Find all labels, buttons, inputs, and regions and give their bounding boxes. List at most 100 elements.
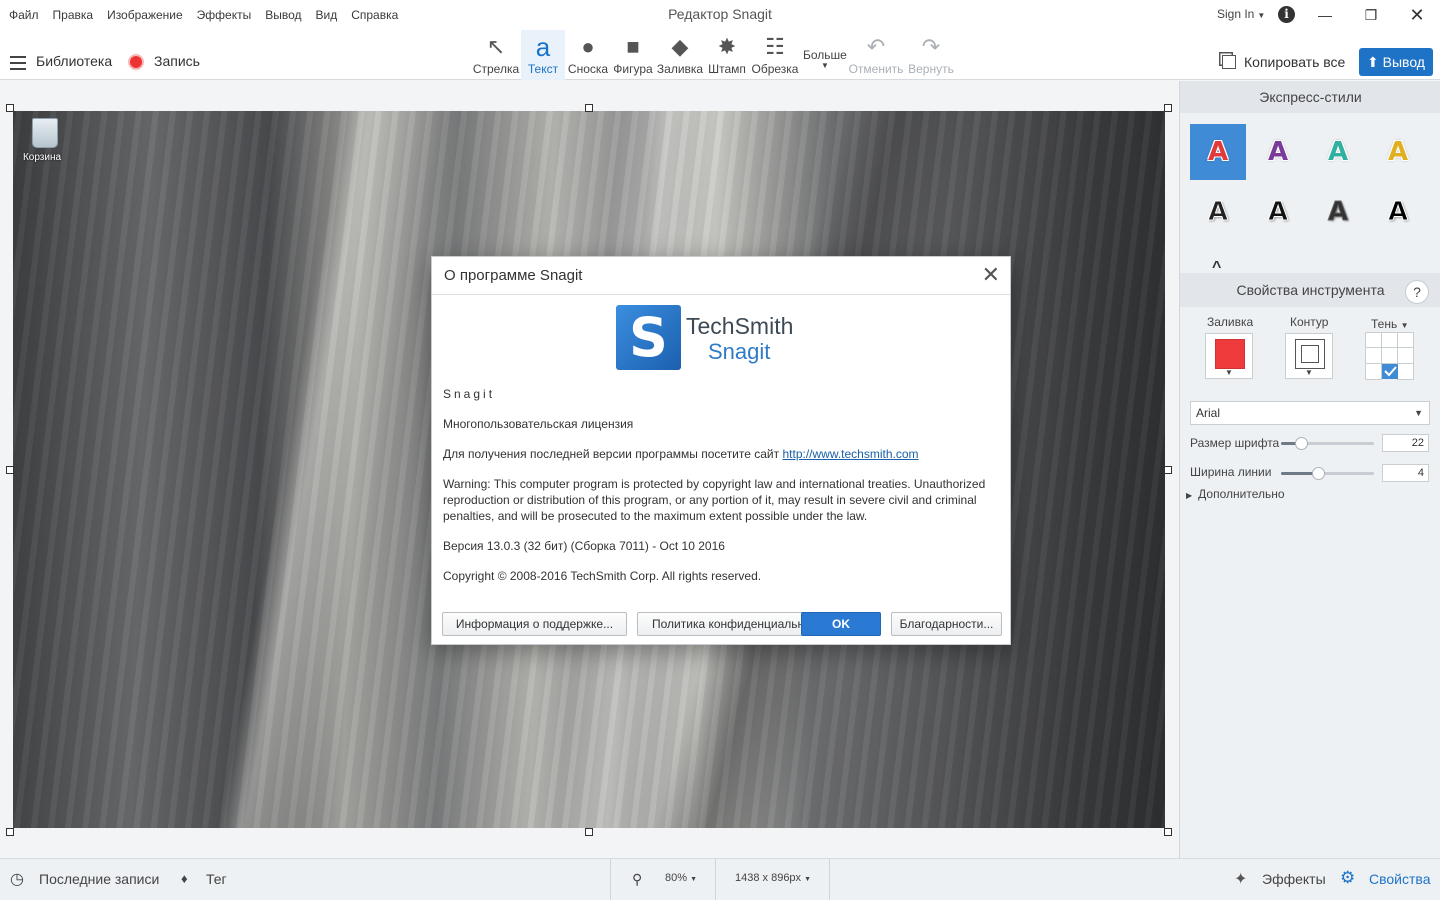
clock-icon: ◷ bbox=[10, 871, 24, 888]
undo-button[interactable]: ↶ Отменить bbox=[847, 30, 905, 80]
zoom-value: 80% bbox=[665, 872, 688, 884]
menu-share[interactable]: Вывод bbox=[265, 8, 301, 22]
quick-style-5[interactable]: A bbox=[1190, 184, 1246, 240]
trash-icon bbox=[32, 118, 58, 148]
quick-style-2[interactable]: A bbox=[1250, 124, 1306, 180]
menu-help[interactable]: Справка bbox=[351, 8, 398, 22]
quick-style-7[interactable]: A bbox=[1310, 184, 1366, 240]
quick-style-8[interactable]: A bbox=[1370, 184, 1426, 240]
font-dropdown[interactable]: Arial ▼ bbox=[1190, 401, 1430, 425]
resize-handle[interactable] bbox=[6, 828, 14, 836]
dimensions-value: 1438 x 896px bbox=[735, 872, 802, 884]
more-tools-label: Больше bbox=[803, 48, 847, 62]
info-icon[interactable]: i bbox=[1278, 6, 1295, 23]
sign-in-button[interactable]: Sign In ▼ bbox=[1217, 7, 1265, 21]
restore-button[interactable]: ❐ bbox=[1348, 0, 1394, 30]
credits-button[interactable]: Благодарности... bbox=[891, 612, 1002, 636]
close-icon[interactable]: ✕ bbox=[982, 263, 1000, 287]
undo-icon: ↶ bbox=[866, 34, 886, 59]
status-bar: ◷ Последние записи ♦ Тег ⚲ 80% ▼ 1438 x … bbox=[0, 858, 1440, 900]
help-button[interactable]: ? bbox=[1405, 280, 1429, 304]
shadow-dropdown[interactable]: Тень ▼ bbox=[1371, 317, 1408, 331]
menu-file[interactable]: Файл bbox=[9, 8, 39, 22]
record-button[interactable]: Запись bbox=[154, 53, 200, 69]
font-size-slider-thumb[interactable] bbox=[1295, 437, 1308, 450]
menu-view[interactable]: Вид bbox=[316, 8, 338, 22]
hamburger-menu-icon[interactable] bbox=[10, 56, 26, 74]
menu-effects[interactable]: Эффекты bbox=[197, 8, 252, 22]
license-text: Многопользовательская лицензия bbox=[443, 417, 634, 431]
gear-icon: ⚙ bbox=[1340, 868, 1356, 887]
recent-captures-button[interactable]: Последние записи bbox=[39, 871, 159, 887]
recycle-bin-label: Корзина bbox=[22, 152, 62, 163]
tag-button[interactable]: Тег bbox=[206, 871, 227, 887]
font-size-input[interactable]: 22 bbox=[1382, 434, 1429, 452]
line-width-slider[interactable] bbox=[1281, 467, 1374, 480]
resize-handle[interactable] bbox=[6, 104, 14, 112]
tool-crop-label: Обрезка bbox=[751, 62, 799, 76]
menu-edit[interactable]: Правка bbox=[53, 8, 94, 22]
update-line: Для получения последней версии программы… bbox=[443, 446, 919, 462]
quick-style-1[interactable]: A bbox=[1190, 124, 1246, 180]
effects-button[interactable]: Эффекты bbox=[1262, 871, 1326, 887]
website-link[interactable]: http://www.techsmith.com bbox=[782, 447, 918, 461]
minimize-button[interactable]: — bbox=[1302, 0, 1348, 30]
privacy-policy-button[interactable]: Политика конфиденциальн bbox=[637, 612, 807, 636]
copy-all-button[interactable]: Копировать все bbox=[1222, 54, 1345, 70]
tool-stamp-label: Штамп bbox=[708, 62, 746, 76]
menu-image[interactable]: Изображение bbox=[107, 8, 183, 22]
title-bar: Файл Правка Изображение Эффекты Вывод Ви… bbox=[0, 0, 1440, 30]
close-window-button[interactable]: ✕ bbox=[1394, 0, 1440, 30]
tool-fill-label: Заливка bbox=[656, 62, 704, 76]
resize-handle[interactable] bbox=[1164, 104, 1172, 112]
dimensions-dropdown[interactable]: 1438 x 896px ▼ bbox=[735, 872, 811, 884]
line-width-slider-thumb[interactable] bbox=[1312, 467, 1325, 480]
support-info-button[interactable]: Информация о поддержке... bbox=[442, 612, 627, 636]
quick-style-3[interactable]: A bbox=[1310, 124, 1366, 180]
resize-handle[interactable] bbox=[6, 466, 14, 474]
techsmith-snagit-logo: S TechSmith Snagit bbox=[616, 305, 836, 371]
share-label: Вывод bbox=[1382, 54, 1425, 70]
tool-shape[interactable]: ■ Фигура bbox=[611, 30, 655, 80]
library-button[interactable]: Библиотека bbox=[36, 53, 112, 69]
toolbar: Библиотека Запись ↖ Стрелка a Текст ● Сн… bbox=[0, 30, 1440, 80]
resize-handle[interactable] bbox=[585, 828, 593, 836]
tool-arrow[interactable]: ↖ Стрелка bbox=[472, 30, 520, 80]
redo-label: Вернуть bbox=[908, 62, 954, 76]
zoom-dropdown[interactable]: 80% ▼ bbox=[665, 872, 697, 884]
properties-button[interactable]: Свойства bbox=[1369, 871, 1430, 887]
shadow-direction-grid[interactable] bbox=[1365, 332, 1415, 380]
fill-color-picker[interactable]: ▼ bbox=[1205, 333, 1253, 379]
tool-text-label: Текст bbox=[527, 62, 559, 76]
tool-callout[interactable]: ● Сноска bbox=[566, 30, 610, 80]
tool-text[interactable]: a Текст bbox=[521, 30, 565, 80]
tool-props-title: Свойства инструмента bbox=[1236, 282, 1385, 298]
tool-callout-label: Сноска bbox=[567, 62, 609, 76]
zoom-icon[interactable]: ⚲ bbox=[632, 871, 642, 888]
quick-style-4[interactable]: A bbox=[1370, 124, 1426, 180]
quick-style-6[interactable]: A bbox=[1250, 184, 1306, 240]
resize-handle[interactable] bbox=[1164, 466, 1172, 474]
ok-button[interactable]: OK bbox=[801, 612, 881, 636]
tool-crop[interactable]: ☷ Обрезка bbox=[750, 30, 800, 80]
record-icon[interactable] bbox=[128, 54, 144, 70]
outline-color-picker[interactable]: ▼ bbox=[1285, 333, 1333, 379]
line-width-label: Ширина линии bbox=[1190, 465, 1272, 479]
tool-stamp[interactable]: ✸ Штамп bbox=[705, 30, 749, 80]
redo-button[interactable]: ↷ Вернуть bbox=[906, 30, 956, 80]
font-size-label: Размер шрифта bbox=[1190, 436, 1280, 450]
line-width-input[interactable]: 4 bbox=[1382, 464, 1429, 482]
more-tools-button[interactable]: Больше ▼ bbox=[803, 48, 847, 70]
stamp-icon: ✸ bbox=[717, 34, 737, 59]
tool-fill[interactable]: ◆ Заливка bbox=[656, 30, 704, 80]
magic-wand-icon: ✦ bbox=[1234, 871, 1248, 888]
resize-handle[interactable] bbox=[1164, 828, 1172, 836]
tag-icon: ♦ bbox=[181, 871, 188, 886]
font-size-slider[interactable] bbox=[1281, 437, 1374, 450]
shadow-label: Тень bbox=[1371, 317, 1398, 331]
update-text: Для получения последней версии программы… bbox=[443, 447, 780, 461]
advanced-toggle[interactable]: ▶ Дополнительно bbox=[1186, 487, 1285, 501]
undo-label: Отменить bbox=[848, 62, 904, 76]
share-button[interactable]: ⬆ Вывод bbox=[1359, 48, 1433, 76]
resize-handle[interactable] bbox=[585, 104, 593, 112]
